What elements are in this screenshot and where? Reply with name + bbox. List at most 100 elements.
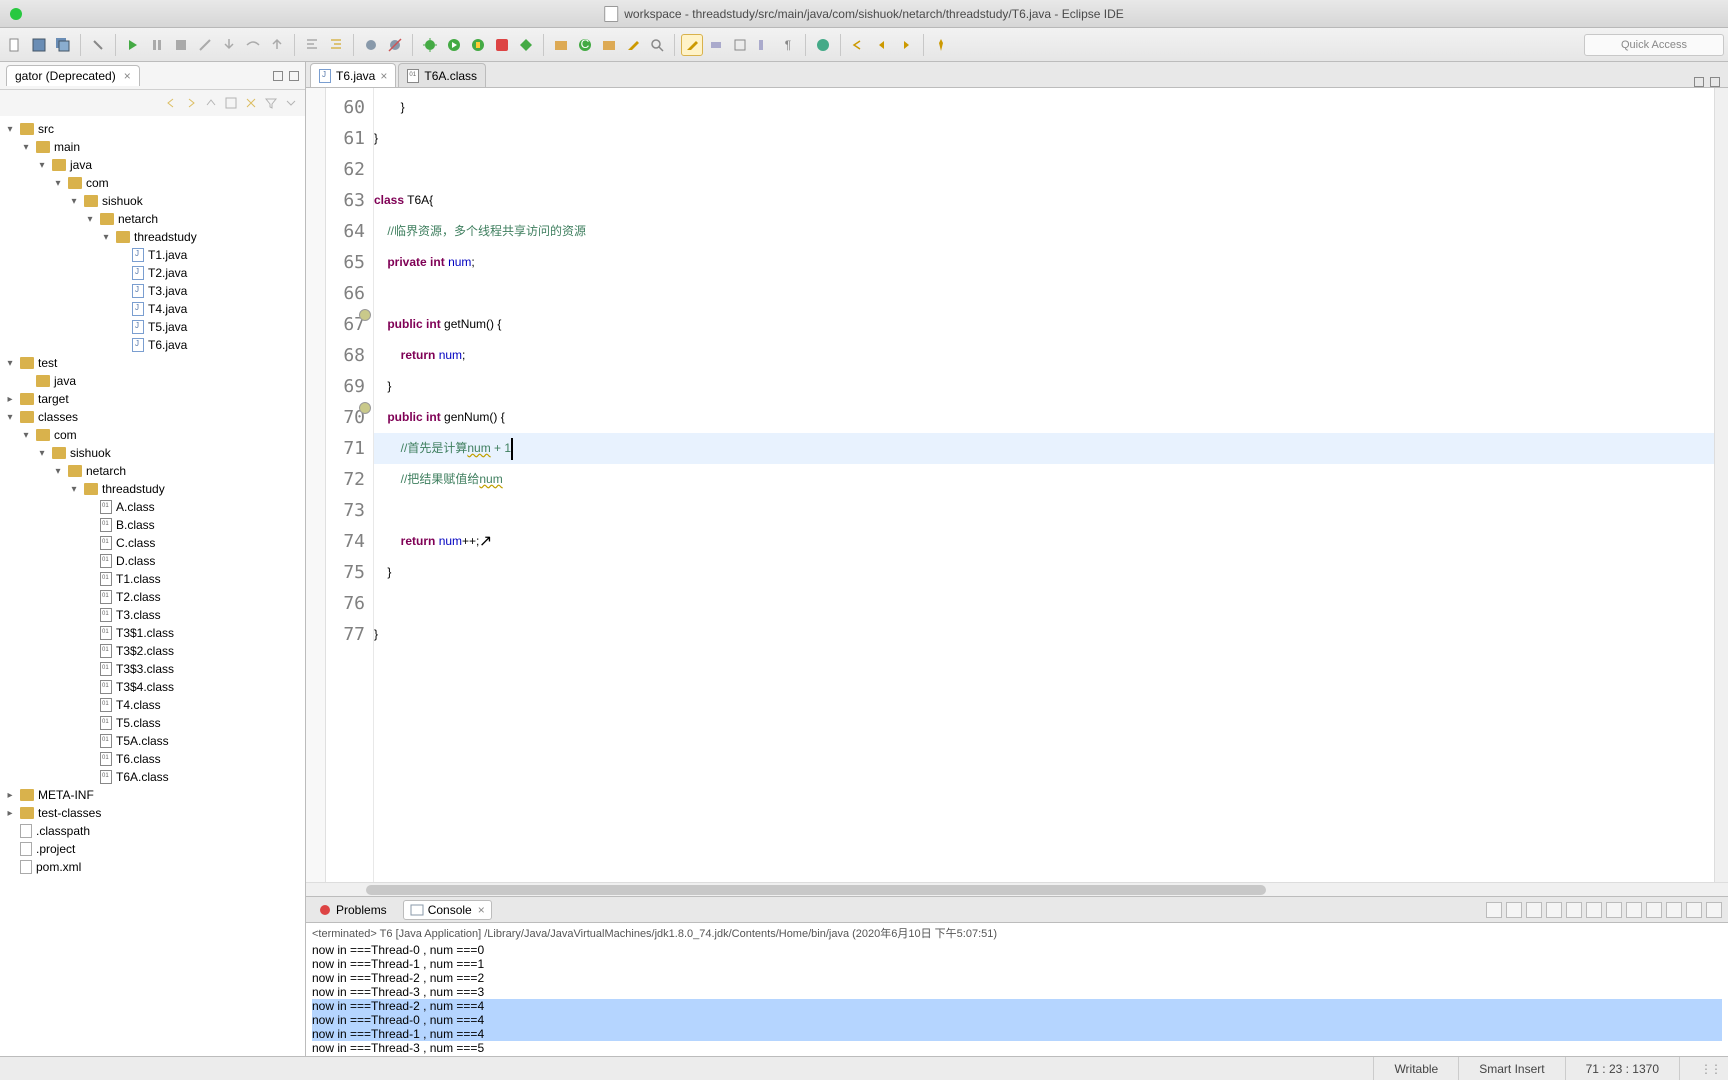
debug-resume-button[interactable] xyxy=(122,34,144,56)
tree-node[interactable]: T6A.class xyxy=(0,768,305,786)
code-line[interactable] xyxy=(374,278,1714,309)
tree-node[interactable]: ▾netarch xyxy=(0,210,305,228)
pin-button[interactable] xyxy=(930,34,952,56)
overview-ruler[interactable] xyxy=(1714,88,1728,882)
console-wrap-icon[interactable] xyxy=(1586,902,1602,918)
minimize-view-button[interactable] xyxy=(1686,902,1702,918)
console-close-icon[interactable] xyxy=(1486,902,1502,918)
new-button[interactable] xyxy=(4,34,26,56)
tree-node[interactable]: T1.class xyxy=(0,570,305,588)
editor-tab-t6aclass[interactable]: T6A.class xyxy=(398,63,486,87)
tree-twisty[interactable]: ▾ xyxy=(68,484,80,495)
tree-node[interactable]: ▾netarch xyxy=(0,462,305,480)
tree-node[interactable]: T3$2.class xyxy=(0,642,305,660)
console-terminate-icon[interactable] xyxy=(1526,902,1542,918)
console-line[interactable]: now in ===Thread-1 , num ===4 xyxy=(312,1027,1722,1041)
code-line[interactable]: public int genNum() { xyxy=(374,402,1714,433)
tree-node[interactable]: ▾com xyxy=(0,174,305,192)
code-line[interactable]: } xyxy=(374,92,1714,123)
tree-node[interactable]: T3$1.class xyxy=(0,624,305,642)
code-line[interactable]: } xyxy=(374,557,1714,588)
console-scroll-lock-icon[interactable] xyxy=(1566,902,1582,918)
console-output[interactable]: now in ===Thread-0 , num ===0now in ===T… xyxy=(306,943,1728,1056)
console-remove-all-icon[interactable] xyxy=(1506,902,1522,918)
code-line[interactable] xyxy=(374,588,1714,619)
maximize-view-button[interactable] xyxy=(289,71,299,81)
edit-button[interactable] xyxy=(622,34,644,56)
tree-node[interactable]: ▾test xyxy=(0,354,305,372)
console-line[interactable]: now in ===Thread-2 , num ===2 xyxy=(312,971,1722,985)
tree-node[interactable]: T5A.class xyxy=(0,732,305,750)
save-all-button[interactable] xyxy=(52,34,74,56)
navigator-tree[interactable]: ▾src▾main▾java▾com▾sishuok▾netarch▾threa… xyxy=(0,116,305,1056)
console-new-icon[interactable] xyxy=(1666,902,1682,918)
step-return-button[interactable] xyxy=(266,34,288,56)
debug-stop-button[interactable] xyxy=(170,34,192,56)
code-line[interactable] xyxy=(374,495,1714,526)
tree-node[interactable]: ▸target xyxy=(0,390,305,408)
code-line[interactable]: //临界资源，多个线程共享访问的资源 xyxy=(374,216,1714,247)
debug-button[interactable] xyxy=(419,34,441,56)
tree-node[interactable]: T4.java xyxy=(0,300,305,318)
line-number-gutter[interactable]: 606162636465666768697071727374757677 xyxy=(326,88,374,882)
tree-node[interactable]: ▾java xyxy=(0,156,305,174)
code-line[interactable]: } xyxy=(374,371,1714,402)
external-tools-button[interactable] xyxy=(515,34,537,56)
tree-twisty[interactable]: ▾ xyxy=(20,430,32,441)
console-line[interactable]: now in ===Thread-2 , num ===4 xyxy=(312,999,1722,1013)
show-ruler-button[interactable] xyxy=(753,34,775,56)
tree-twisty[interactable]: ▾ xyxy=(84,214,96,225)
code-line[interactable]: //首先是计算num + 1 xyxy=(374,433,1714,464)
horizontal-scrollbar[interactable] xyxy=(306,882,1728,896)
tree-node[interactable]: ▸test-classes xyxy=(0,804,305,822)
tree-node[interactable]: A.class xyxy=(0,498,305,516)
minimize-view-button[interactable] xyxy=(273,71,283,81)
tree-node[interactable]: T4.class xyxy=(0,696,305,714)
tree-twisty[interactable]: ▾ xyxy=(52,466,64,477)
open-type-button[interactable] xyxy=(598,34,620,56)
tree-node[interactable]: C.class xyxy=(0,534,305,552)
code-line[interactable]: //把结果赋值给num xyxy=(374,464,1714,495)
tree-node[interactable]: B.class xyxy=(0,516,305,534)
close-icon[interactable]: × xyxy=(124,69,131,83)
filter-icon[interactable] xyxy=(263,95,279,111)
menu-icon[interactable] xyxy=(283,95,299,111)
tree-node[interactable]: T3$3.class xyxy=(0,660,305,678)
quick-access-input[interactable]: Quick Access xyxy=(1584,34,1724,56)
editor-tab-t6java[interactable]: T6.java × xyxy=(310,63,396,87)
paragraph-button[interactable]: ¶ xyxy=(777,34,799,56)
maximize-view-button[interactable] xyxy=(1706,902,1722,918)
tree-node[interactable]: T6.java xyxy=(0,336,305,354)
collapse-all-icon[interactable] xyxy=(223,95,239,111)
toggle-block-button[interactable] xyxy=(729,34,751,56)
up-icon[interactable] xyxy=(203,95,219,111)
code-editor[interactable]: }} class T6A{ //临界资源，多个线程共享访问的资源 private … xyxy=(374,88,1714,882)
annotation-ruler[interactable] xyxy=(306,88,326,882)
console-line[interactable]: now in ===Thread-1 , num ===1 xyxy=(312,957,1722,971)
console-line[interactable]: now in ===Thread-3 , num ===5 xyxy=(312,1041,1722,1055)
tree-node[interactable]: ▾sishuok xyxy=(0,192,305,210)
step-over-button[interactable] xyxy=(242,34,264,56)
coverage-button[interactable] xyxy=(467,34,489,56)
console-tab[interactable]: Console × xyxy=(403,900,492,920)
indent-left-button[interactable] xyxy=(301,34,323,56)
resize-grip[interactable]: ⋮⋮ xyxy=(1679,1057,1720,1080)
tree-node[interactable]: ▾threadstudy xyxy=(0,228,305,246)
tree-twisty[interactable]: ▾ xyxy=(52,178,64,189)
new-package-button[interactable] xyxy=(550,34,572,56)
code-line[interactable]: private int num; xyxy=(374,247,1714,278)
tree-node[interactable]: .project xyxy=(0,840,305,858)
skip-breakpoints-button[interactable] xyxy=(384,34,406,56)
tree-twisty[interactable]: ▾ xyxy=(68,196,80,207)
navigator-tab[interactable]: gator (Deprecated) × xyxy=(6,65,140,86)
tree-node[interactable]: D.class xyxy=(0,552,305,570)
debug-pause-button[interactable] xyxy=(146,34,168,56)
console-clear-icon[interactable] xyxy=(1546,902,1562,918)
console-line[interactable]: now in ===Thread-0 , num ===0 xyxy=(312,943,1722,957)
close-icon[interactable]: × xyxy=(478,903,485,917)
tree-twisty[interactable]: ▾ xyxy=(4,412,16,423)
code-line[interactable]: } xyxy=(374,619,1714,650)
mark-occurrences-button[interactable] xyxy=(681,34,703,56)
scrollbar-thumb[interactable] xyxy=(366,885,1266,895)
code-line[interactable]: class T6A{ xyxy=(374,185,1714,216)
